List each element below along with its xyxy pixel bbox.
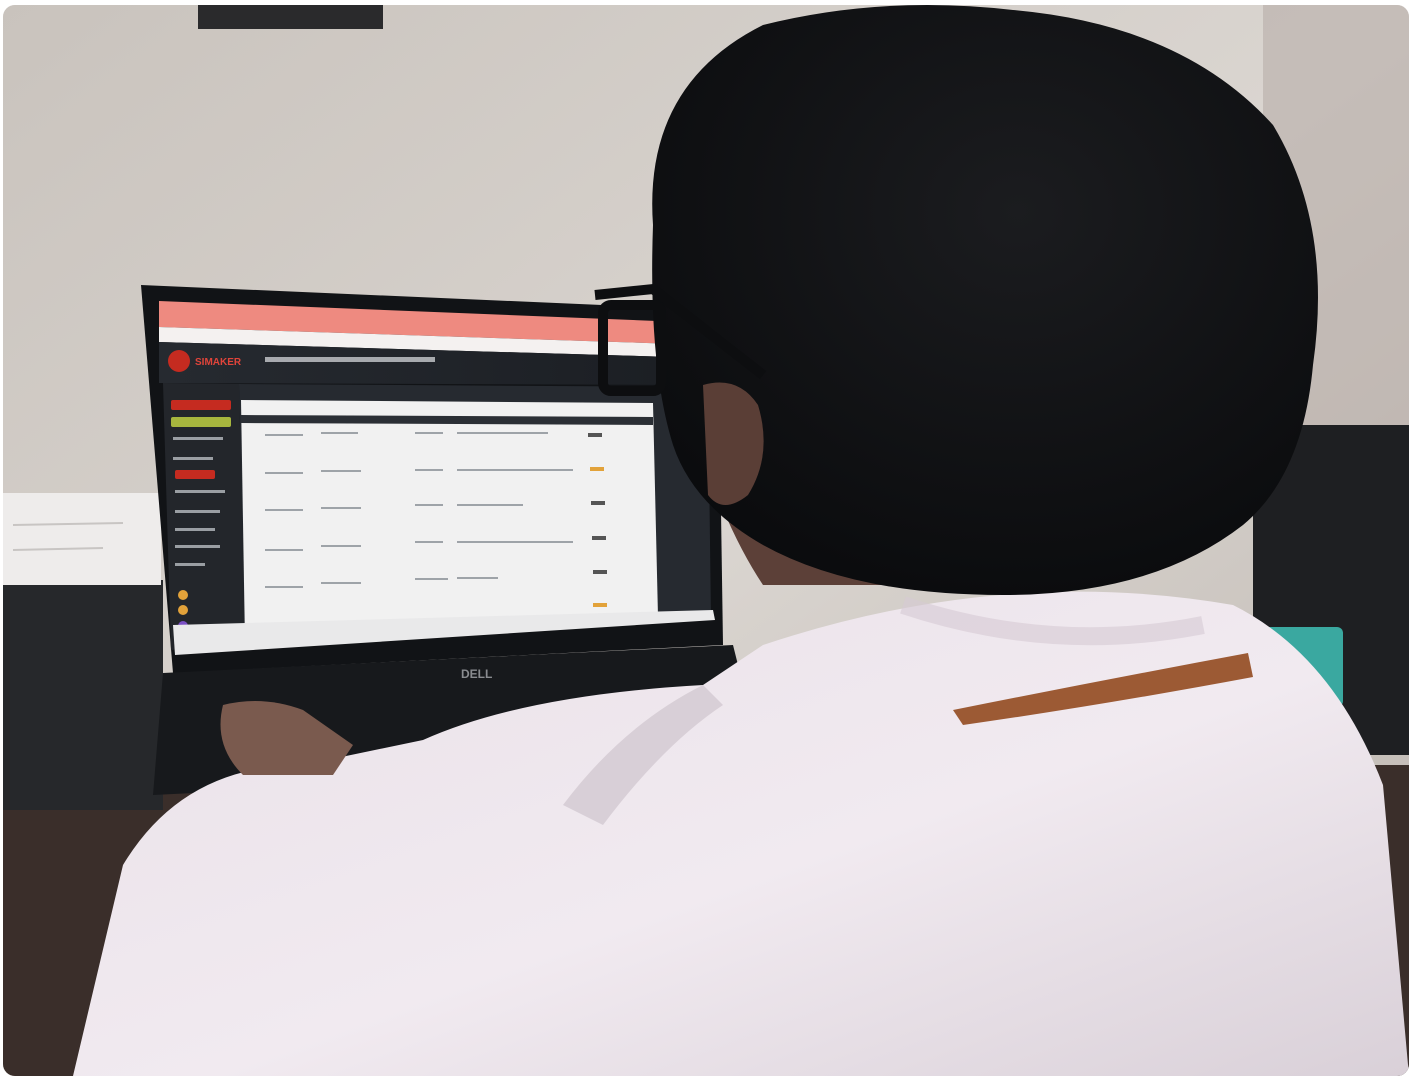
app-logo-text: SIMAKER [195, 357, 242, 368]
app-header-title [265, 357, 435, 362]
wall-picture-frame [198, 5, 383, 29]
left-cabinet [3, 580, 163, 810]
person-hair [652, 5, 1318, 595]
sidebar-button-active[interactable] [175, 470, 215, 479]
sidebar-button-red[interactable] [171, 400, 231, 410]
sidebar-icons [173, 437, 223, 440]
photo-frame: DELL SIMAKER [3, 5, 1409, 1076]
paper-stack [3, 493, 161, 585]
app-logo-icon [168, 350, 190, 372]
laptop-screen: SIMAKER [159, 301, 715, 655]
sidebar-button-green[interactable] [171, 417, 231, 427]
laptop-brand-logo: DELL [461, 667, 492, 681]
photo-scene: DELL SIMAKER [3, 5, 1409, 1076]
